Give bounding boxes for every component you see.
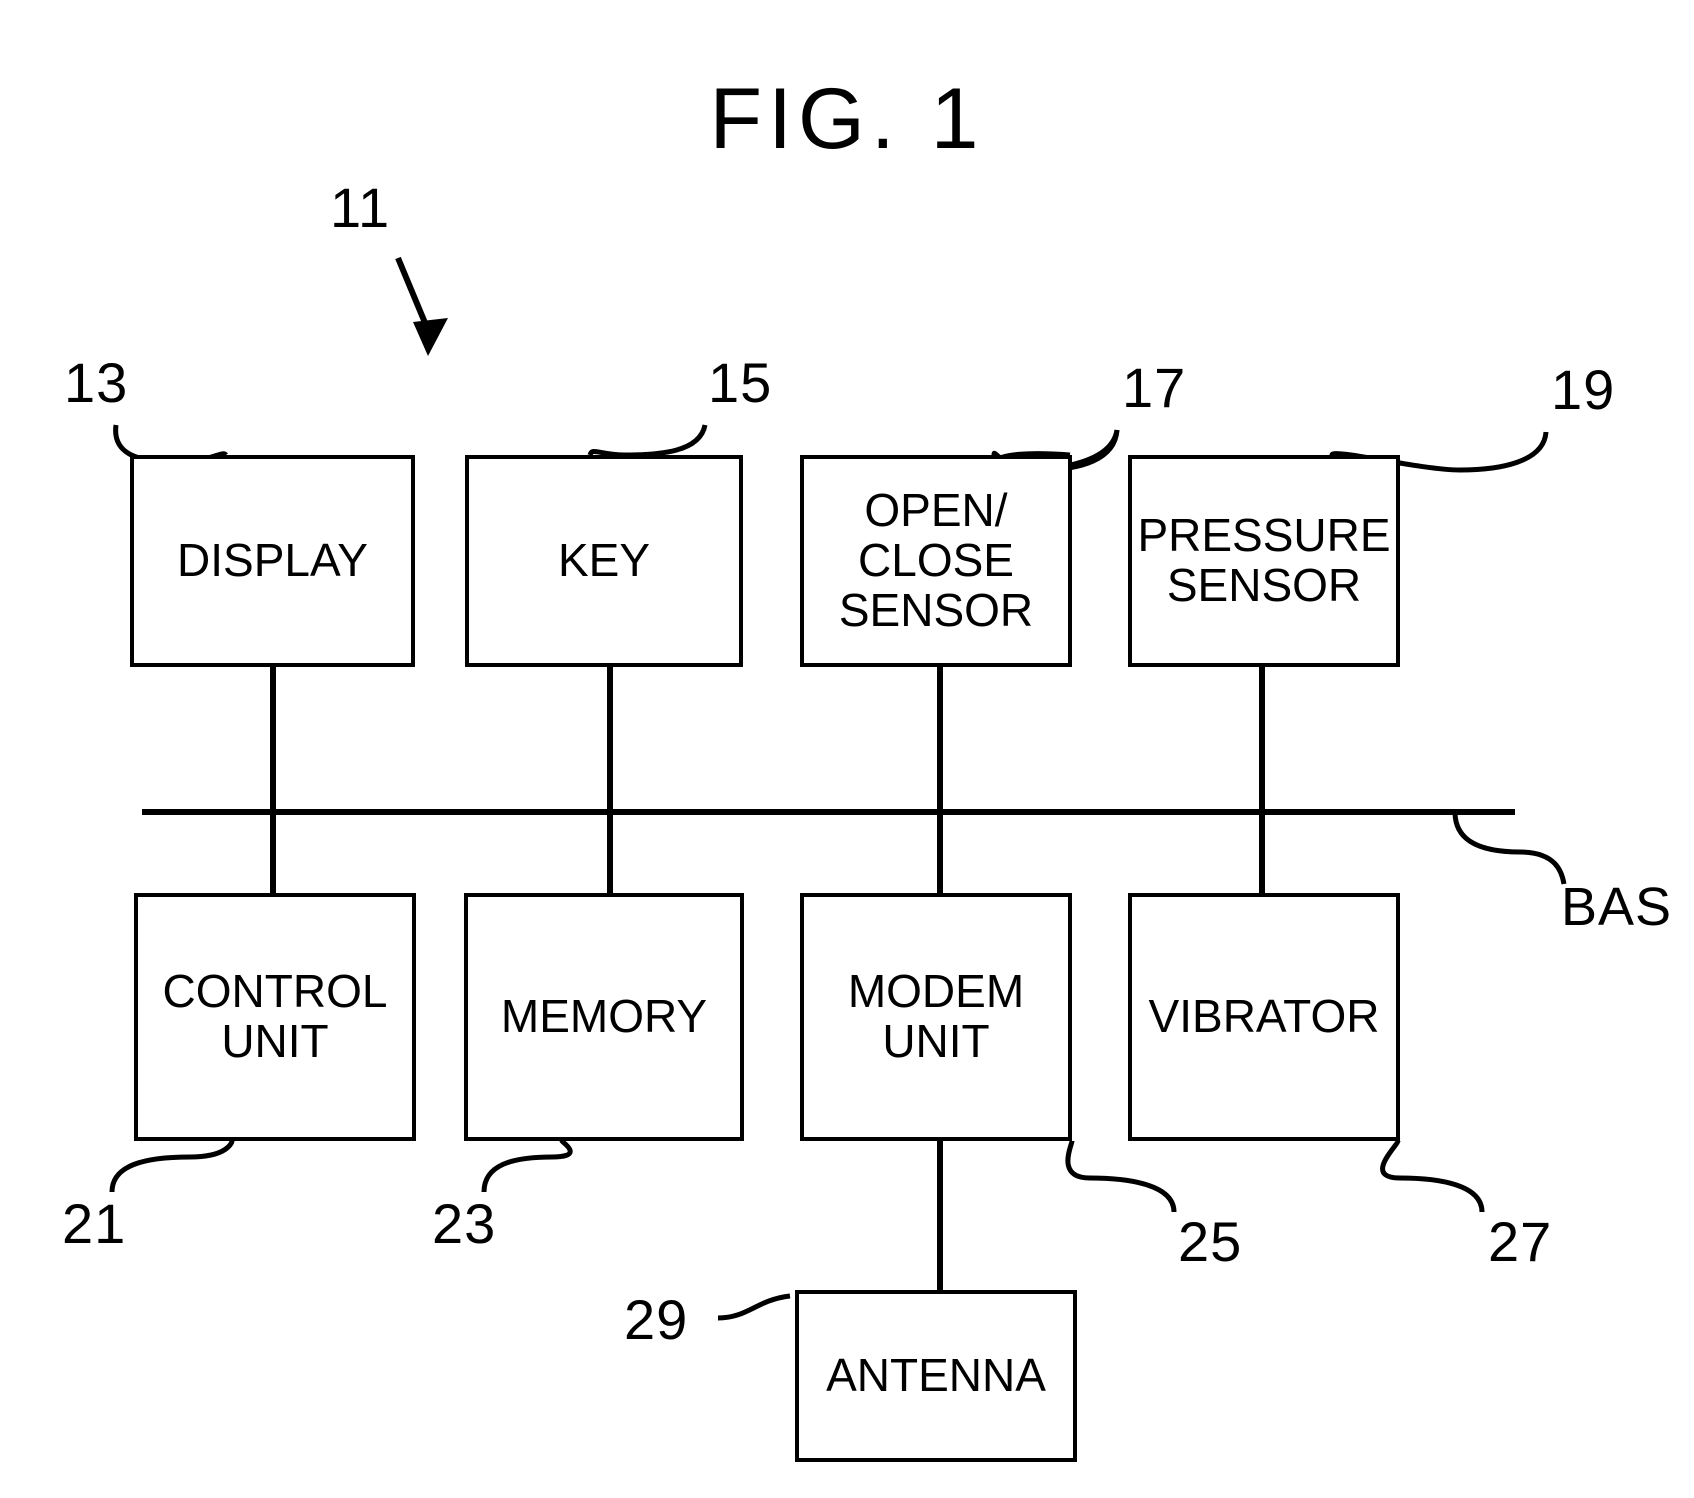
block-control-unit-label: CONTROL UNIT: [162, 965, 388, 1067]
leader-25: [1065, 1140, 1177, 1213]
block-antenna[interactable]: ANTENNA: [795, 1290, 1077, 1462]
ref-numeral-17: 17: [1122, 356, 1187, 419]
ref-numeral-19: 19: [1551, 358, 1616, 421]
block-key-label: KEY: [557, 534, 651, 587]
block-display[interactable]: DISPLAY: [130, 455, 415, 667]
leader-15: [587, 424, 708, 458]
leader-21: [109, 1140, 235, 1193]
patent-figure: FIG. 1 DISPLAY KEY OPEN/ CLOSE SENSOR PR…: [0, 0, 1694, 1498]
assembly-arrow-shaft: [395, 256, 431, 332]
block-pressure-sensor-label: PRESSURE SENSOR: [1137, 509, 1391, 611]
bus-label-bas: BAS: [1561, 877, 1673, 937]
block-memory-label: MEMORY: [500, 990, 708, 1043]
block-open-close-sensor[interactable]: OPEN/ CLOSE SENSOR: [800, 455, 1072, 667]
leader-27: [1380, 1139, 1485, 1213]
block-open-close-sensor-label: OPEN/ CLOSE SENSOR: [838, 484, 1034, 636]
block-modem-unit-label: MODEM UNIT: [847, 965, 1025, 1067]
ref-numeral-23: 23: [432, 1192, 497, 1255]
ref-numeral-27: 27: [1488, 1210, 1553, 1273]
assembly-arrow-head: [413, 318, 448, 356]
ref-numeral-21: 21: [62, 1192, 127, 1255]
leader-29: [717, 1293, 791, 1321]
ref-numeral-29: 29: [624, 1288, 689, 1351]
ref-numeral-11: 11: [330, 176, 391, 239]
block-key[interactable]: KEY: [465, 455, 743, 667]
block-control-unit[interactable]: CONTROL UNIT: [134, 893, 416, 1141]
connector-layer: [109, 256, 1567, 1321]
ref-numeral-13: 13: [64, 351, 129, 414]
block-modem-unit[interactable]: MODEM UNIT: [800, 893, 1072, 1141]
block-antenna-label: ANTENNA: [826, 1349, 1046, 1402]
leader-bas: [1452, 811, 1567, 885]
block-pressure-sensor[interactable]: PRESSURE SENSOR: [1128, 455, 1400, 667]
ref-numeral-15: 15: [708, 351, 773, 414]
block-vibrator[interactable]: VIBRATOR: [1128, 893, 1400, 1141]
block-vibrator-label: VIBRATOR: [1148, 990, 1380, 1043]
block-memory[interactable]: MEMORY: [464, 893, 744, 1141]
block-display-label: DISPLAY: [177, 534, 368, 587]
leader-23: [481, 1138, 573, 1193]
ref-numeral-25: 25: [1178, 1210, 1243, 1273]
